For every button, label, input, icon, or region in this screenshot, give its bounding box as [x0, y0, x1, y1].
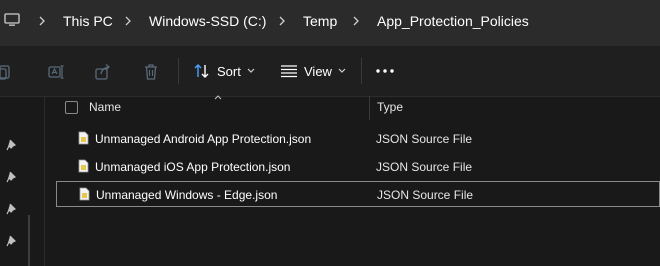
column-header-name[interactable]: Name: [89, 100, 121, 114]
sort-label: Sort: [217, 63, 241, 79]
file-row[interactable]: Unmanaged Android App Protection.json JS…: [56, 126, 660, 152]
breadcrumb-temp[interactable]: Temp: [303, 13, 337, 29]
command-bar: Sort View: [0, 46, 660, 97]
sort-ascending-icon: [214, 95, 222, 100]
sort-icon: [194, 64, 209, 78]
rename-icon[interactable]: [47, 63, 65, 81]
chevron-right-icon[interactable]: [123, 15, 133, 27]
column-header-type[interactable]: Type: [377, 100, 403, 114]
view-button[interactable]: View: [280, 58, 346, 84]
pin-icon[interactable]: [6, 203, 18, 215]
pin-icon[interactable]: [6, 139, 18, 151]
file-row-focused[interactable]: Unmanaged Windows - Edge.json JSON Sourc…: [56, 181, 660, 207]
file-type: JSON Source File: [376, 160, 473, 174]
breadcrumb-current-folder[interactable]: App_Protection_Policies: [377, 13, 529, 29]
chevron-right-icon[interactable]: [277, 15, 287, 27]
json-file-icon: [78, 159, 89, 173]
column-header-row: Name Type: [45, 95, 660, 120]
navigation-pane: [0, 97, 30, 266]
chevron-down-icon: [247, 68, 255, 73]
sort-button[interactable]: Sort: [193, 58, 255, 84]
file-name: Unmanaged iOS App Protection.json: [95, 160, 291, 174]
file-name: Unmanaged Android App Protection.json: [95, 132, 312, 146]
json-file-icon: [78, 131, 89, 145]
view-icon: [281, 65, 297, 78]
toolbar-separator: [361, 58, 362, 84]
file-type: JSON Source File: [377, 188, 474, 202]
more-options-icon[interactable]: [375, 68, 395, 74]
pane-divider[interactable]: [44, 97, 45, 266]
file-row[interactable]: Unmanaged iOS App Protection.json JSON S…: [56, 154, 660, 180]
pin-icon[interactable]: [6, 235, 18, 247]
column-resize-handle[interactable]: [369, 96, 370, 120]
navigation-scrollbar[interactable]: [28, 215, 30, 266]
share-icon[interactable]: [94, 63, 112, 81]
copy-icon[interactable]: [0, 63, 12, 81]
this-pc-icon[interactable]: [4, 13, 20, 27]
breadcrumb-this-pc[interactable]: This PC: [63, 13, 113, 29]
chevron-right-icon[interactable]: [37, 15, 47, 27]
breadcrumb-drive[interactable]: Windows-SSD (C:): [149, 13, 266, 29]
chevron-right-icon[interactable]: [351, 15, 361, 27]
file-name: Unmanaged Windows - Edge.json: [96, 188, 278, 202]
toolbar-separator: [178, 58, 179, 84]
file-type: JSON Source File: [376, 132, 473, 146]
address-bar[interactable]: This PC Windows-SSD (C:) Temp App_Protec…: [0, 0, 660, 46]
chevron-down-icon: [338, 68, 346, 73]
delete-icon[interactable]: [142, 63, 160, 81]
select-all-checkbox[interactable]: [65, 101, 78, 114]
json-file-icon: [79, 187, 90, 201]
pin-icon[interactable]: [6, 171, 18, 183]
view-label: View: [304, 63, 332, 79]
